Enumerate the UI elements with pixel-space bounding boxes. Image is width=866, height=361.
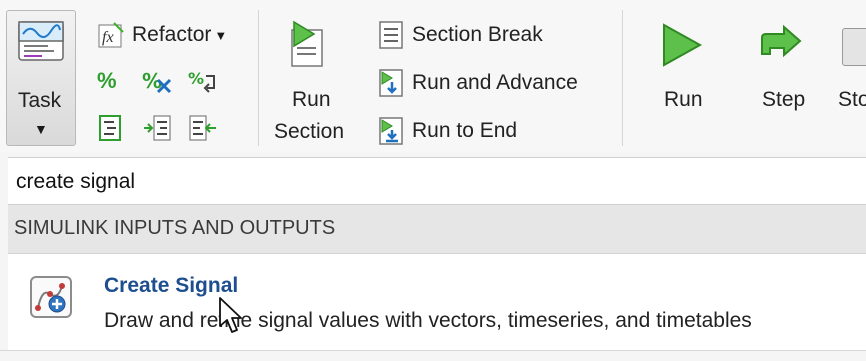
svg-text:fx: fx <box>102 29 114 46</box>
refactor-icon: fx <box>98 22 124 48</box>
section-break-icon <box>379 21 403 49</box>
run-section-icon <box>291 20 323 67</box>
run-and-advance-label: Run and Advance <box>412 71 578 94</box>
wrap-comments-icon[interactable]: % <box>188 66 220 96</box>
list-item[interactable]: Create Signal Draw and refine signal val… <box>8 254 866 350</box>
toolstrip-divider <box>258 10 259 146</box>
create-signal-graphic <box>35 283 66 313</box>
run-section-label-line2: Section <box>274 120 345 143</box>
run-section-button[interactable]: Run Section <box>272 14 360 148</box>
toolstrip: Task ▼ fx Refactor ▼ % % % Run Section S… <box>0 0 866 152</box>
step-label: Step <box>762 88 806 111</box>
bottom-divider <box>0 350 866 361</box>
task-icon <box>18 21 64 61</box>
svg-text:%: % <box>188 69 204 88</box>
result-title: Create Signal <box>104 274 239 297</box>
result-description: Draw and refine signal values with vecto… <box>104 309 752 332</box>
decrease-indent-icon[interactable] <box>188 114 218 142</box>
refactor-button[interactable]: fx Refactor ▼ <box>96 20 227 50</box>
comment-icon[interactable]: % <box>97 68 117 94</box>
stop-label: Sto <box>838 88 866 111</box>
toolstrip-divider <box>622 10 623 146</box>
stop-icon <box>842 28 866 66</box>
search-input[interactable] <box>16 166 836 198</box>
step-button[interactable]: Step <box>754 14 818 148</box>
run-button[interactable]: Run <box>652 14 722 148</box>
increase-indent-icon[interactable] <box>142 114 172 142</box>
stop-button[interactable]: Sto <box>838 14 866 148</box>
task-label: Task <box>18 89 62 112</box>
run-section-label-line1: Run <box>292 88 331 111</box>
section-break-button[interactable]: Section Break <box>376 20 543 50</box>
refactor-label: Refactor <box>132 23 212 46</box>
refactor-dropdown-icon: ▼ <box>214 27 228 43</box>
smart-indent-icon[interactable] <box>98 114 124 142</box>
uncomment-icon[interactable]: % <box>142 66 174 96</box>
mouse-cursor-icon <box>219 297 242 333</box>
search-bar <box>8 157 866 205</box>
run-and-advance-button[interactable]: Run and Advance <box>376 68 578 98</box>
section-break-label: Section Break <box>412 23 543 46</box>
run-icon <box>663 23 703 67</box>
run-to-end-icon <box>379 117 403 145</box>
create-signal-icon <box>30 276 72 318</box>
step-icon <box>761 24 802 58</box>
task-dropdown-icon: ▼ <box>34 121 48 137</box>
task-button[interactable]: Task ▼ <box>6 10 76 146</box>
run-to-end-label: Run to End <box>412 119 518 142</box>
run-label: Run <box>664 88 703 111</box>
results-category-label: SIMULINK INPUTS AND OUTPUTS <box>14 217 336 239</box>
results-category-header: SIMULINK INPUTS AND OUTPUTS <box>8 205 866 254</box>
run-to-end-button[interactable]: Run to End <box>376 116 517 146</box>
run-and-advance-icon <box>379 69 403 97</box>
